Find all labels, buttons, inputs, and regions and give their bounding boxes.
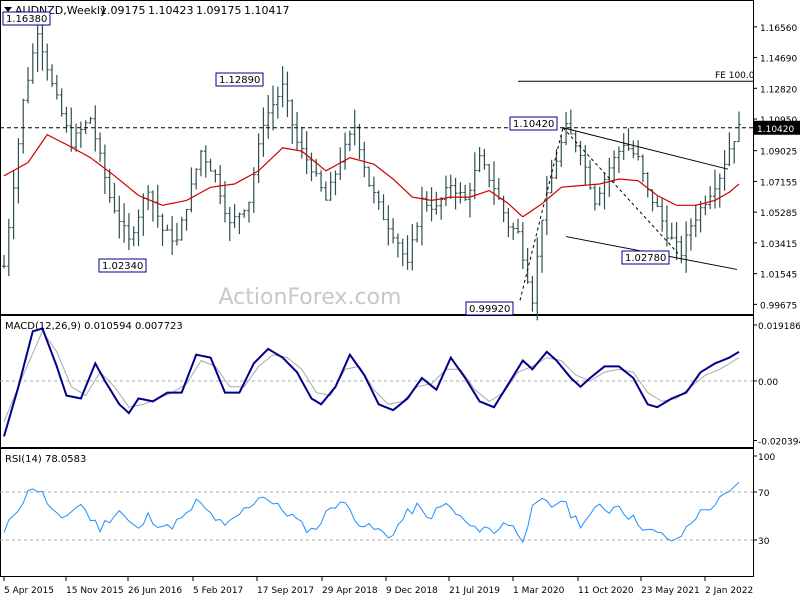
price-y-tick-label: 1.09025 <box>760 148 797 158</box>
high-2020-label: 1.10420 <box>513 119 554 130</box>
price-y-tick-label: 1.14690 <box>760 55 797 65</box>
macd-y-tick-label: 0.00 <box>758 378 778 388</box>
current-price-label: 1.10420 <box>757 125 794 135</box>
x-tick-label: 26 Jun 2016 <box>128 586 182 596</box>
low-2021-label: 1.02780 <box>625 253 666 264</box>
x-tick-label: 1 Mar 2020 <box>513 586 565 596</box>
macd-y-tick-label: 0.019186 <box>758 322 800 332</box>
x-axis: 5 Apr 2015 15 Nov 2015 26 Jun 2016 5 Feb 20… <box>3 577 753 596</box>
price-y-tick-label: 1.05285 <box>760 209 797 219</box>
macd-y-tick-label: -0.020394 <box>758 437 800 447</box>
price-y-tick-label: 1.07155 <box>760 178 797 188</box>
ohlc-low: 1.09175 <box>196 4 242 17</box>
macd-title: MACD(12,26,9) 0.010594 0.007723 <box>5 321 183 332</box>
x-tick-label: 11 Oct 2020 <box>578 586 634 596</box>
ohlc-high: 1.10423 <box>148 4 194 17</box>
price-y-tick-label: 1.03415 <box>760 240 797 250</box>
rsi-y-tick-label: 70 <box>758 489 770 499</box>
fe-100-label: FE 100.0 <box>715 71 755 81</box>
x-tick-label: 2 Jan 2022 <box>705 586 753 596</box>
x-tick-label: 5 Apr 2015 <box>4 586 54 596</box>
price-y-tick-label: 1.12820 <box>760 85 797 95</box>
x-tick-label: 29 Apr 2018 <box>322 586 378 596</box>
ohlc-open: 1.09175 <box>100 4 146 17</box>
x-tick-label: 17 Sep 2017 <box>257 586 314 596</box>
chart-svg: AUDNZD,Weekly 1.09175 1.10423 1.09175 1.… <box>0 0 800 596</box>
x-tick-label: 5 Feb 2017 <box>193 586 243 596</box>
macd-panel <box>0 315 754 448</box>
x-tick-label: 21 Jul 2019 <box>449 586 500 596</box>
x-tick-label: 9 Dec 2018 <box>386 586 438 596</box>
ohlc-close: 1.10417 <box>244 4 290 17</box>
chart-container: AUDNZD,Weekly 1.09175 1.10423 1.09175 1.… <box>0 0 800 600</box>
x-tick-label: 15 Nov 2015 <box>66 586 124 596</box>
price-y-tick-label: 0.99675 <box>760 301 797 311</box>
rsi-panel <box>0 448 754 577</box>
rsi-y-tick-label: 100 <box>758 453 775 463</box>
low-2016-label: 1.02340 <box>102 261 143 272</box>
rsi-title: RSI(14) 78.0583 <box>5 454 86 465</box>
watermark: ActionForex.com <box>219 285 402 310</box>
price-y-tick-label: 1.16560 <box>760 24 797 34</box>
rsi-y-tick-label: 30 <box>758 537 770 547</box>
high-2017-label: 1.12890 <box>219 75 260 86</box>
x-tick-label: 23 May 2021 <box>641 586 700 596</box>
low-2020-label: 0.99920 <box>469 304 510 315</box>
high-2015-label: 1.16380 <box>6 14 47 25</box>
price-y-tick-label: 1.01545 <box>760 271 797 281</box>
